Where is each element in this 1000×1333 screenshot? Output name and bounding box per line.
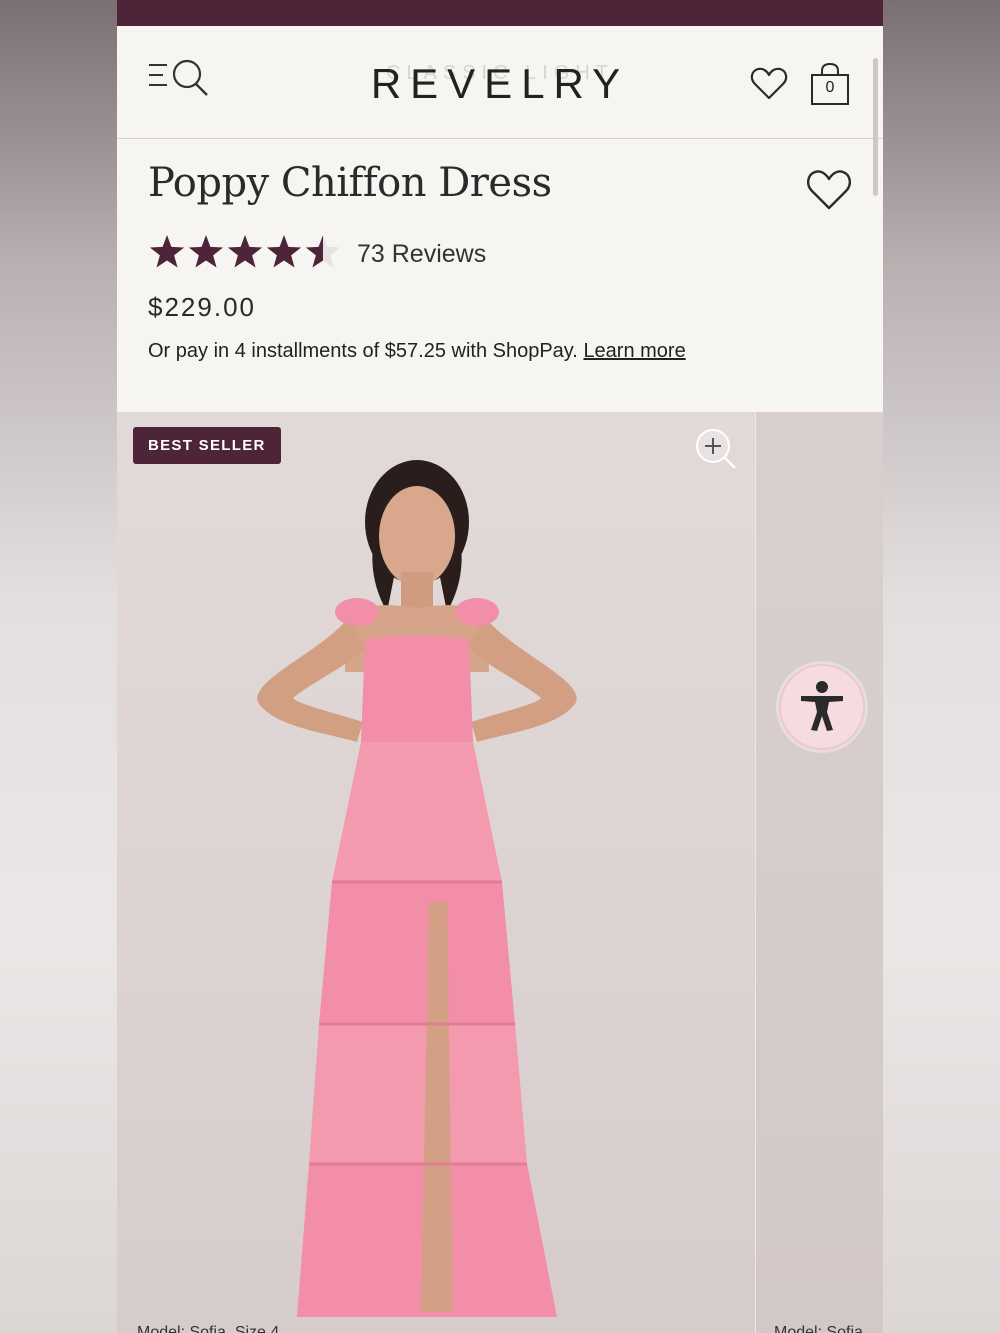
- product-photo-next[interactable]: Model: Sofia: [755, 412, 883, 1333]
- product-price: $229.00: [148, 292, 256, 322]
- installments-text: Or pay in 4 installments of $57.25 with …: [148, 340, 686, 363]
- add-to-wishlist-heart-icon[interactable]: [805, 168, 853, 212]
- photo-caption: Model: Sofia, Size 4: [137, 1324, 280, 1333]
- installments-label: Or pay in 4 installments of $57.25 with …: [148, 340, 578, 362]
- product-page: CLASSIC LIGHT REVELRY 0 Poppy Chiffon Dr…: [117, 0, 883, 1333]
- model-photo-illustration: [257, 460, 577, 1317]
- rating-star: [149, 235, 185, 268]
- zoom-in-icon[interactable]: [695, 428, 737, 470]
- reviews-link[interactable]: 73 Reviews: [357, 240, 486, 269]
- rating-star: [305, 235, 341, 268]
- bag-count: 0: [825, 79, 835, 96]
- wishlist-heart-icon[interactable]: [749, 64, 789, 104]
- product-gallery[interactable]: BEST SELLER Model: Sofia, Size 4 Model: …: [117, 412, 883, 1333]
- rating-star: [227, 235, 263, 268]
- top-brand-bar: [117, 0, 883, 26]
- product-title: Poppy Chiffon Dress: [148, 160, 552, 206]
- best-seller-badge: BEST SELLER: [133, 427, 281, 464]
- star-rating[interactable]: [148, 232, 348, 274]
- accessibility-button[interactable]: [779, 664, 865, 750]
- rating-star: [188, 235, 224, 268]
- learn-more-link[interactable]: Learn more: [583, 340, 685, 362]
- shopping-bag-icon[interactable]: 0: [809, 62, 851, 106]
- rating-star: [266, 235, 302, 268]
- scrollbar[interactable]: [873, 58, 878, 196]
- accessibility-icon: [801, 681, 843, 731]
- photo-caption-next: Model: Sofia: [774, 1324, 863, 1333]
- site-header: CLASSIC LIGHT REVELRY 0: [117, 26, 883, 139]
- product-photo-main[interactable]: BEST SELLER Model: Sofia, Size 4: [117, 412, 755, 1333]
